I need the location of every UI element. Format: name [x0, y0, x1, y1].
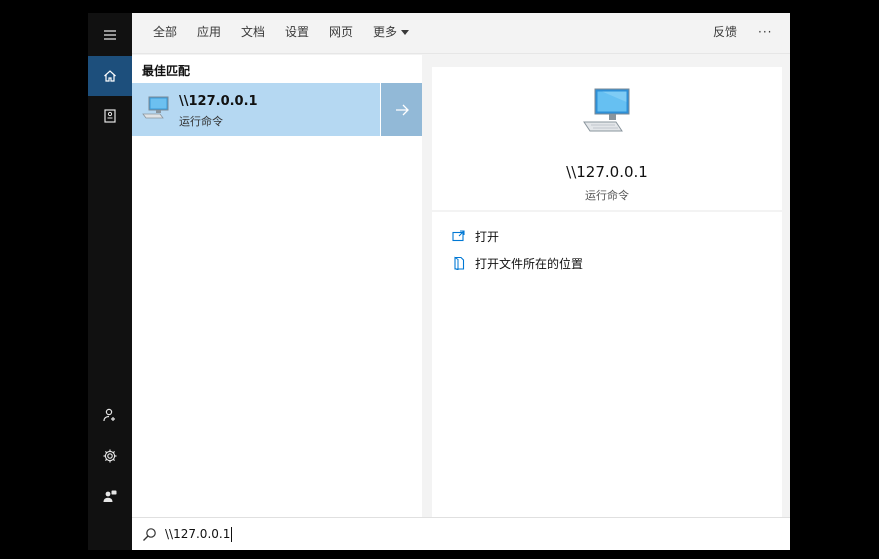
search-window: 全部 应用 文档 设置 网页 更多 反馈 ··· 最佳匹配 \\127.0.0.…	[88, 13, 790, 550]
computer-large-icon	[583, 88, 630, 132]
best-match-item[interactable]: \\127.0.0.1 运行命令	[132, 83, 380, 136]
menu-icon	[104, 30, 116, 40]
tab-web[interactable]: 网页	[329, 24, 353, 40]
open-icon	[452, 230, 465, 242]
gear-icon	[103, 449, 117, 463]
arrow-right-icon	[395, 104, 409, 115]
home-icon	[104, 70, 116, 82]
search-input[interactable]: \\127.0.0.1	[165, 526, 233, 542]
scope-tabs-bar: 全部 应用 文档 设置 网页 更多 反馈 ···	[132, 13, 790, 54]
feedback-person-icon	[103, 490, 117, 502]
home-button[interactable]	[88, 56, 132, 96]
feedback-button[interactable]	[88, 476, 132, 516]
file-location-icon	[454, 256, 465, 270]
feedback-link[interactable]: 反馈	[713, 24, 737, 40]
best-match-title: \\127.0.0.1	[179, 94, 258, 109]
detail-title: \\127.0.0.1	[566, 163, 648, 181]
tab-apps[interactable]: 应用	[197, 24, 221, 40]
open-action-label: 打开	[475, 229, 500, 244]
detail-subtitle: 运行命令	[585, 189, 629, 202]
best-match-subtitle: 运行命令	[179, 115, 223, 128]
detail-actions-panel: 打开 打开文件所在的位置	[432, 212, 782, 517]
notebook-button[interactable]	[88, 96, 132, 136]
tab-all[interactable]: 全部	[153, 24, 177, 40]
chevron-down-icon	[401, 30, 410, 35]
open-file-location-action[interactable]: 打开文件所在的位置	[452, 253, 583, 273]
text-cursor	[231, 526, 233, 542]
search-input-value: \\127.0.0.1	[165, 527, 231, 541]
expand-details-button[interactable]	[381, 83, 422, 136]
user-add-icon	[103, 408, 115, 422]
computer-icon	[142, 96, 169, 119]
search-icon	[143, 528, 156, 541]
tab-settings[interactable]: 设置	[285, 24, 309, 40]
results-panel: 最佳匹配 \\127.0.0.1 运行命令	[132, 55, 422, 517]
more-options-button[interactable]: ···	[758, 24, 772, 40]
detail-header: \\127.0.0.1 运行命令	[432, 67, 782, 210]
best-match-heading: 最佳匹配	[142, 64, 191, 78]
tab-documents[interactable]: 文档	[241, 24, 265, 40]
search-bar[interactable]: \\127.0.0.1	[132, 517, 790, 550]
menu-button[interactable]	[88, 15, 132, 55]
tab-more[interactable]: 更多	[373, 24, 410, 40]
left-rail	[88, 13, 132, 550]
open-action[interactable]: 打开	[452, 226, 499, 246]
open-file-location-label: 打开文件所在的位置	[475, 256, 584, 271]
settings-button[interactable]	[88, 436, 132, 476]
account-button[interactable]	[88, 395, 132, 435]
notebook-icon	[104, 109, 116, 123]
tab-more-label: 更多	[373, 25, 398, 39]
